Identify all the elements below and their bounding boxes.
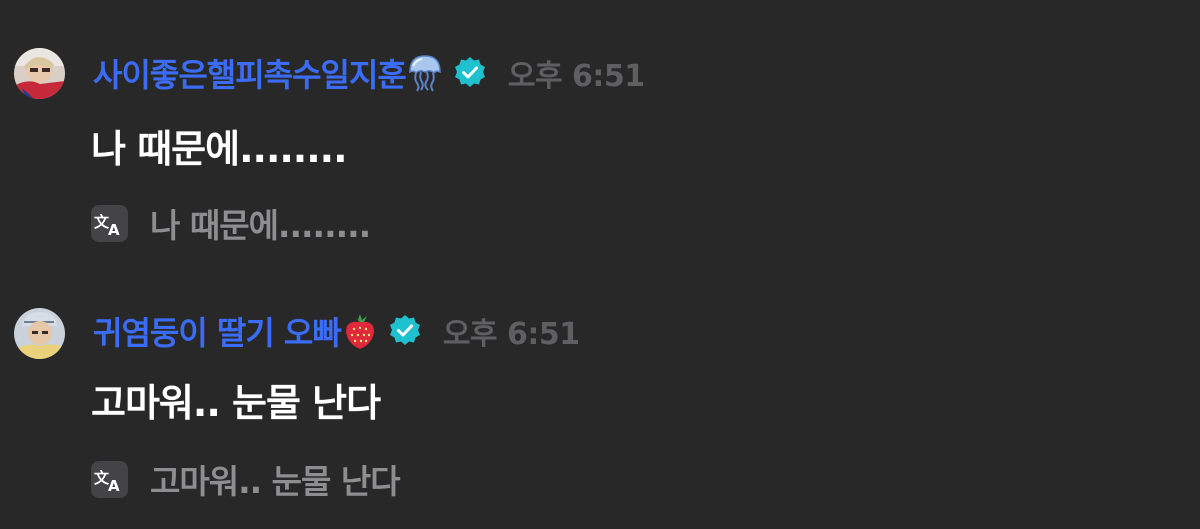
translation-row[interactable]: 文 A 고마워.. 눈물 난다 xyxy=(91,457,401,501)
svg-text:A: A xyxy=(108,477,120,495)
message-text: 나 때문에........ xyxy=(91,127,348,171)
verified-badge-icon xyxy=(452,55,488,91)
avatar[interactable] xyxy=(14,308,65,359)
message-text: 고마워.. 눈물 난다 xyxy=(91,381,381,425)
verified-badge-icon xyxy=(387,313,423,349)
strawberry-emoji xyxy=(343,312,377,350)
timestamp: 오후 6:51 xyxy=(442,317,580,352)
message-header: 사이좋은핼피촉수일지훈 오후 6:51 xyxy=(93,50,645,96)
jellyfish-emoji xyxy=(408,54,442,92)
translation-text: 나 때문에........ xyxy=(150,206,371,245)
message-header: 귀염둥이 딸기 오빠 오후 6:51 xyxy=(93,308,580,354)
translate-icon[interactable]: 文 A xyxy=(91,204,128,242)
username[interactable]: 사이좋은핼피촉수일지훈 xyxy=(93,50,407,96)
translate-icon[interactable]: 文 A xyxy=(91,460,128,498)
translation-row[interactable]: 文 A 나 때문에........ xyxy=(91,201,371,245)
username[interactable]: 귀염둥이 딸기 오빠 xyxy=(93,308,342,354)
svg-text:A: A xyxy=(108,221,120,239)
avatar[interactable] xyxy=(14,48,65,99)
translation-text: 고마워.. 눈물 난다 xyxy=(150,462,401,501)
timestamp: 오후 6:51 xyxy=(507,59,645,94)
